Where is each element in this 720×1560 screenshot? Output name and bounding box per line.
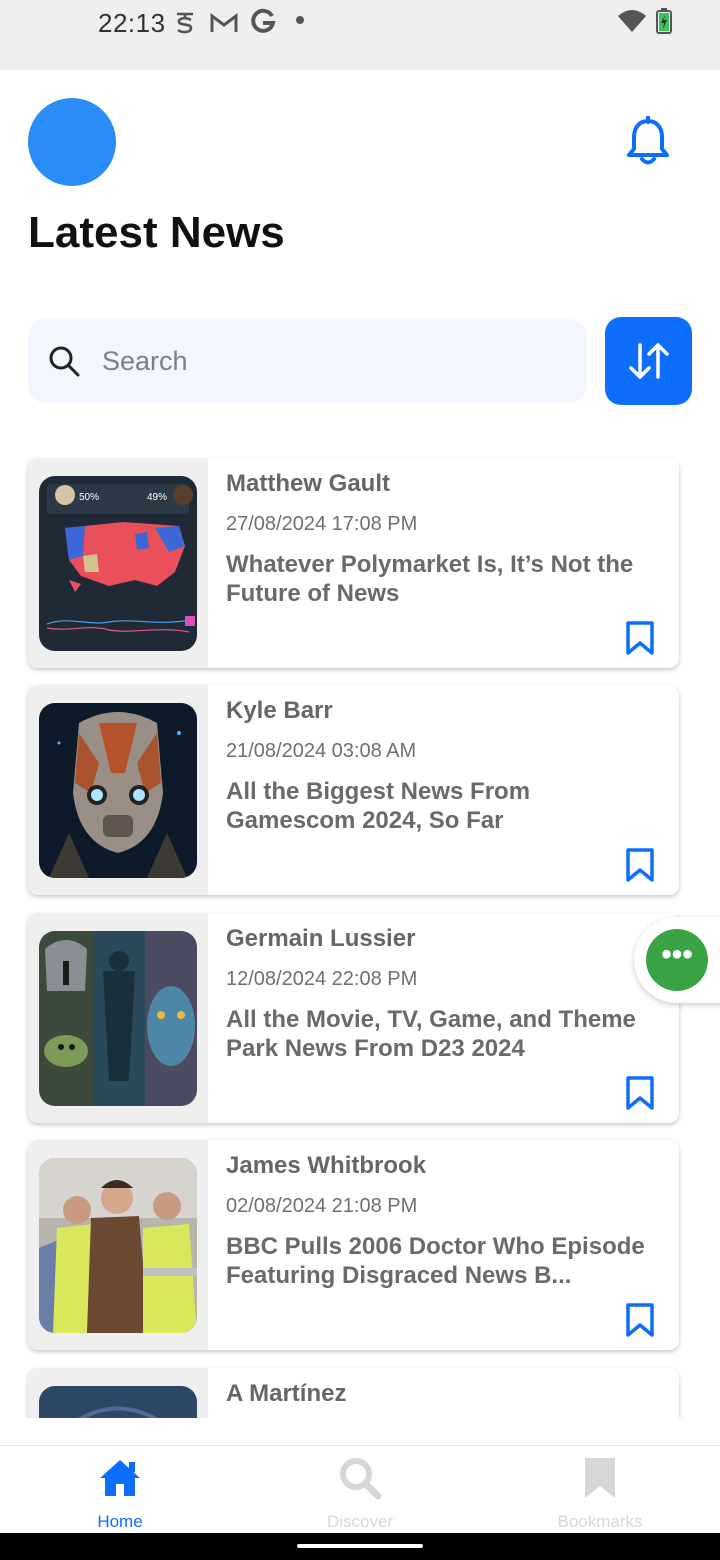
nav-item-discover[interactable]: Discover [240, 1446, 480, 1534]
bell-icon[interactable] [624, 116, 672, 168]
article-date: 27/08/2024 17:08 PM [226, 513, 418, 535]
article-title[interactable]: All the Movie, TV, Game, and Theme Park … [226, 1005, 666, 1063]
article-date: 02/08/2024 21:08 PM [226, 1195, 418, 1217]
thumb-percent-right: 49% [147, 492, 167, 503]
article-list[interactable]: 50% 49% Matthew Gault 27/08/2024 17:08 P… [0, 440, 720, 1418]
sort-button[interactable] [605, 317, 692, 405]
article-card[interactable]: A Martínez [28, 1368, 679, 1418]
more-dots-icon[interactable]: ••• [646, 929, 708, 991]
bookmark-outline-icon[interactable] [625, 1076, 655, 1110]
status-bar: 22:13 [0, 0, 720, 70]
s-notification-icon [177, 12, 193, 34]
article-card[interactable]: James Whitbrook 02/08/2024 21:08 PM BBC … [28, 1140, 679, 1350]
thumb-percent-left: 50% [79, 492, 99, 503]
bookmark-outline-icon[interactable] [625, 1303, 655, 1337]
article-thumbnail [39, 703, 197, 878]
nav-item-home[interactable]: Home [0, 1446, 240, 1534]
article-author: Germain Lussier [226, 925, 416, 952]
wifi-icon [618, 10, 646, 32]
search-icon [340, 1458, 382, 1500]
nav-label-discover: Discover [326, 1512, 394, 1531]
gmail-icon [210, 13, 238, 32]
election-map-image: 50% 49% [39, 476, 197, 651]
system-navigation-bar [0, 1533, 720, 1560]
d23-collage-image [39, 931, 197, 1106]
bookmark-outline-icon[interactable] [625, 848, 655, 882]
article-title[interactable]: All the Biggest News From Gamescom 2024,… [226, 777, 666, 835]
article-card[interactable]: Germain Lussier 12/08/2024 22:08 PM All … [28, 913, 679, 1123]
robot-mask-image [39, 703, 197, 878]
avatar[interactable] [28, 98, 116, 186]
article-author: Kyle Barr [226, 697, 333, 724]
bookmark-filled-icon [585, 1458, 615, 1498]
article-image [39, 1386, 197, 1418]
sort-arrows-icon [629, 343, 669, 379]
article-title[interactable]: BBC Pulls 2006 Doctor Who Episode Featur… [226, 1232, 666, 1290]
search-input[interactable] [102, 337, 562, 385]
search-icon [49, 346, 80, 377]
dot-icon [296, 16, 304, 24]
bottom-navigation: Home Discover Bookmarks [0, 1445, 720, 1533]
article-title[interactable]: Whatever Polymarket Is, It’s Not the Fut… [226, 550, 666, 608]
article-thumbnail [39, 1158, 197, 1333]
article-thumbnail [39, 931, 197, 1106]
article-author: Matthew Gault [226, 470, 391, 497]
article-thumbnail [39, 1386, 197, 1418]
article-author: A Martínez [226, 1380, 347, 1407]
article-author: James Whitbrook [226, 1152, 427, 1179]
page-title: Latest News [28, 208, 285, 257]
doctor-who-image [39, 1158, 197, 1333]
article-date: 21/08/2024 03:08 AM [226, 740, 417, 762]
nav-item-bookmarks[interactable]: Bookmarks [480, 1446, 720, 1534]
nav-label-home: Home [97, 1512, 143, 1531]
battery-charging-icon [656, 8, 672, 34]
nav-label-bookmarks: Bookmarks [557, 1512, 643, 1531]
floating-action-button[interactable]: ••• [634, 917, 720, 1003]
home-icon [100, 1460, 140, 1496]
article-card[interactable]: Kyle Barr 21/08/2024 03:08 AM All the Bi… [28, 685, 679, 895]
search-bar[interactable] [28, 319, 587, 403]
google-icon [251, 8, 276, 33]
home-gesture-pill[interactable] [297, 1544, 423, 1548]
article-card[interactable]: 50% 49% Matthew Gault 27/08/2024 17:08 P… [28, 458, 679, 668]
status-time: 22:13 [98, 8, 166, 38]
article-date: 12/08/2024 22:08 PM [226, 968, 418, 990]
bookmark-outline-icon[interactable] [625, 621, 655, 655]
article-thumbnail: 50% 49% [39, 476, 197, 651]
